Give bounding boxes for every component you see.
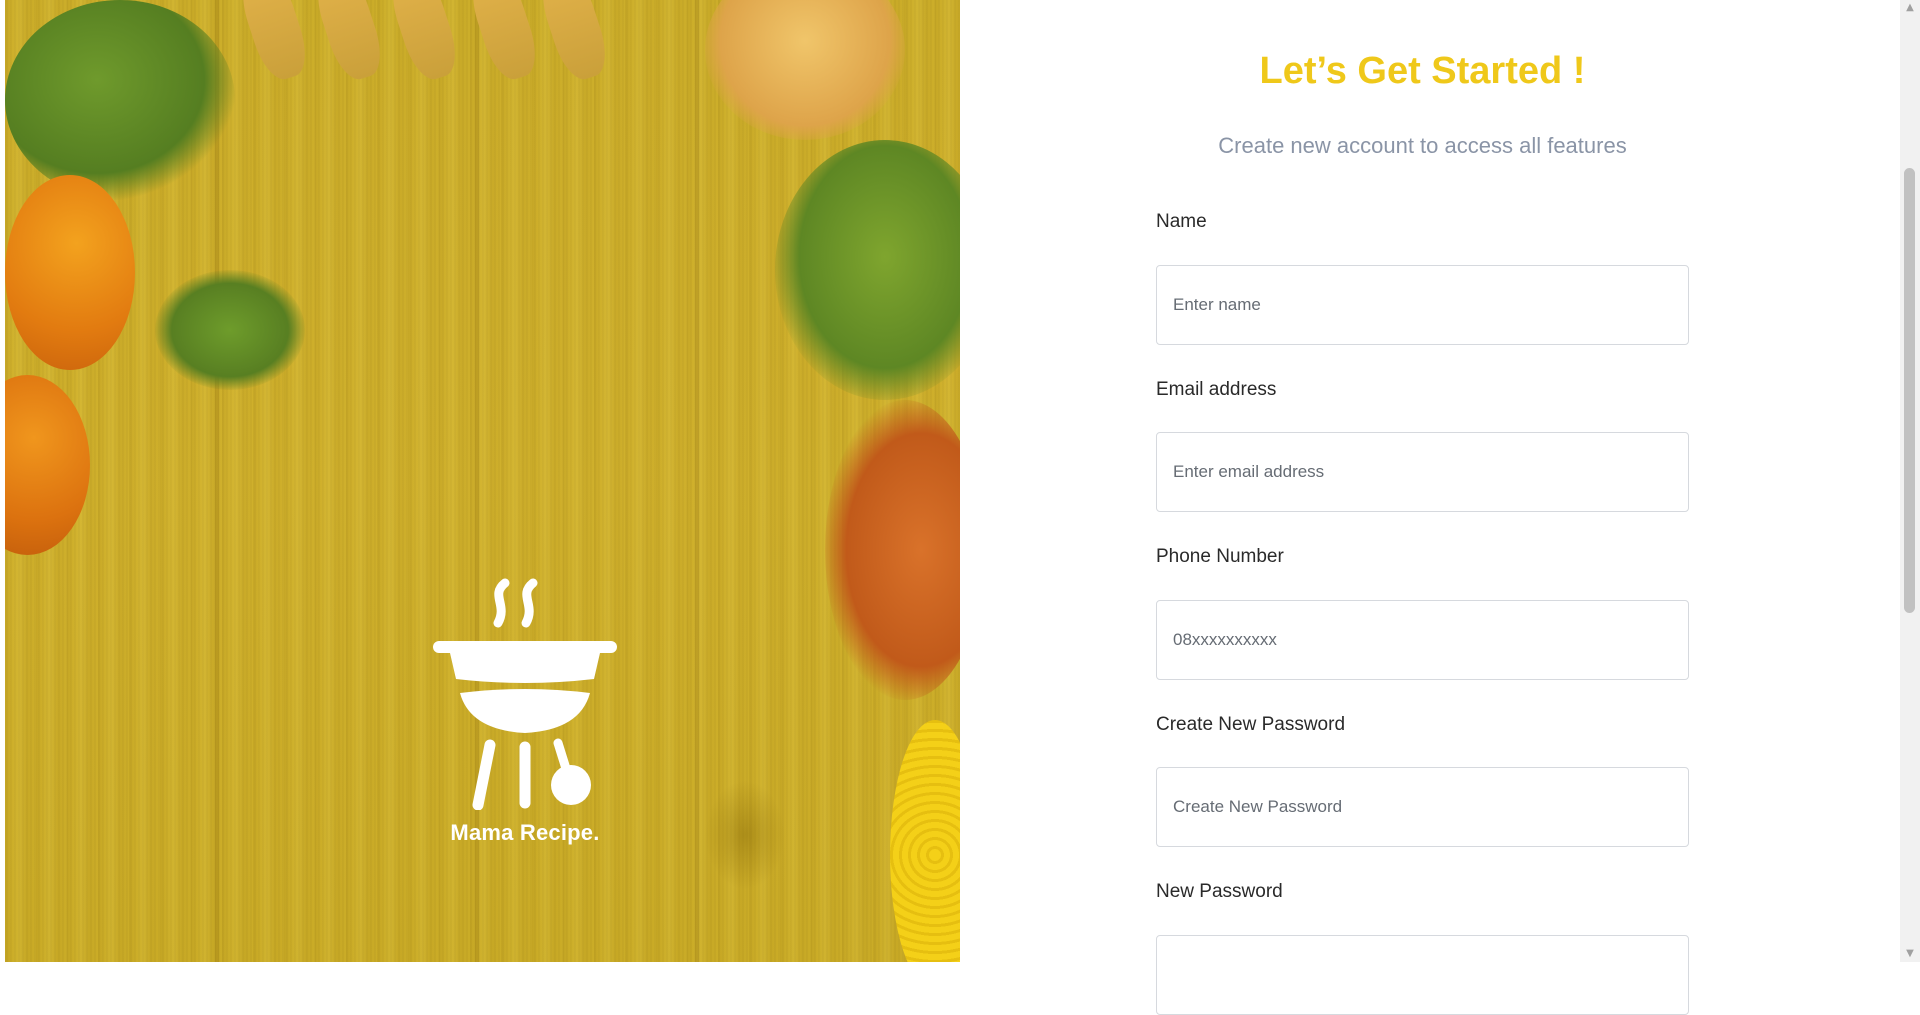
phone-input[interactable] [1156,600,1689,680]
scroll-thumb[interactable] [1904,168,1915,613]
bread-decoration [705,0,905,140]
wood-knot [705,780,785,890]
new-password-input[interactable] [1156,935,1689,1015]
brand-name: Mama Recipe. [450,820,600,845]
tomato-decoration [5,375,90,555]
brand-logo: Mama Recipe. [425,575,625,846]
herb-decoration [5,0,235,200]
wood-grain [695,0,699,962]
herb-decoration [155,270,305,390]
lettuce-decoration [775,140,960,400]
page-title: Let’s Get Started ! [1259,50,1586,92]
tomato-decoration [5,175,135,370]
shrimp-decoration [309,0,389,85]
phone-label: Phone Number [1156,546,1284,567]
shrimp-decoration [534,0,614,85]
grill-icon [433,578,617,810]
name-label: Name [1156,211,1207,232]
page-scrollbar[interactable]: ▲ ▼ [1900,0,1920,962]
name-input[interactable] [1156,265,1689,345]
register-form: Let’s Get Started ! Create new account t… [960,0,1900,1015]
arrow-up-icon[interactable]: ▲ [1900,0,1920,16]
email-input[interactable] [1156,432,1689,512]
create-password-input[interactable] [1156,767,1689,847]
new-password-label: New Password [1156,881,1283,902]
crawfish-decoration [825,400,960,700]
shrimp-decoration [384,0,464,85]
create-password-label: Create New Password [1156,714,1346,735]
email-label: Email address [1156,379,1277,400]
shrimp-decoration [234,0,314,85]
corn-decoration [890,720,960,962]
arrow-down-icon[interactable]: ▼ [1900,946,1920,962]
hero-panel: Mama Recipe. [5,0,960,962]
page-subtitle: Create new account to access all feature… [1218,133,1627,158]
